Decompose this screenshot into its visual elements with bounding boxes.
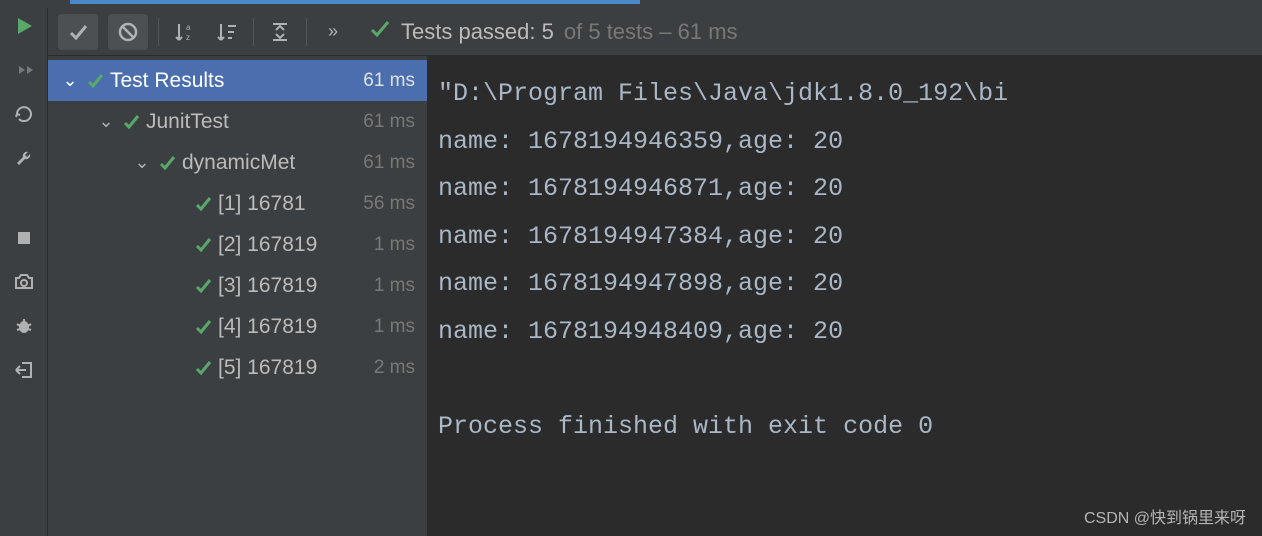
svg-text:a: a — [186, 23, 191, 32]
show-passed-button[interactable] — [58, 14, 98, 50]
chevron-down-icon[interactable]: ⌄ — [60, 70, 80, 91]
tree-test[interactable]: [5] 167819 2 ms — [48, 347, 427, 388]
sort-duration-button[interactable] — [211, 16, 243, 48]
exit-icon[interactable] — [12, 358, 36, 382]
tree-test[interactable]: [1] 16781 56 ms — [48, 183, 427, 224]
check-icon — [194, 277, 212, 295]
status-suffix: of 5 tests – 61 ms — [564, 19, 738, 45]
check-icon — [122, 113, 140, 131]
tree-label: JunitTest — [146, 110, 357, 134]
more-button[interactable]: » — [317, 16, 349, 48]
check-icon — [86, 72, 104, 90]
wrench-icon[interactable] — [12, 146, 36, 170]
camera-icon[interactable] — [12, 270, 36, 294]
test-toolbar: az » Tests passed: 5 of 5 tests – 61 ms — [48, 8, 1262, 56]
show-ignored-button[interactable] — [108, 14, 148, 50]
console-exit: Process finished with exit code 0 — [438, 412, 933, 441]
tree-suite[interactable]: ⌄ JunitTest 61 ms — [48, 101, 427, 142]
tree-group[interactable]: ⌄ dynamicMet 61 ms — [48, 142, 427, 183]
test-tree: ⌄ Test Results 61 ms ⌄ JunitTest 61 ms ⌄ — [48, 56, 428, 536]
run-icon[interactable] — [12, 14, 36, 38]
left-sidebar — [0, 8, 48, 536]
tree-label: [3] 167819 — [218, 274, 368, 298]
status-prefix: Tests passed: — [401, 19, 536, 44]
tree-test[interactable]: [3] 167819 1 ms — [48, 265, 427, 306]
check-icon — [194, 359, 212, 377]
svg-text:z: z — [186, 33, 190, 42]
tree-label: Test Results — [110, 69, 357, 93]
debug-rerun-icon[interactable] — [12, 58, 36, 82]
tree-label: [4] 167819 — [218, 315, 368, 339]
test-status: Tests passed: 5 of 5 tests – 61 ms — [369, 18, 738, 46]
tree-label: [2] 167819 — [218, 233, 368, 257]
tree-time: 1 ms — [374, 316, 415, 338]
chevron-down-icon[interactable]: ⌄ — [132, 152, 152, 173]
tree-label: [1] 16781 — [218, 192, 357, 216]
tree-time: 1 ms — [374, 275, 415, 297]
watermark: CSDN @快到锅里来呀 — [1084, 504, 1246, 528]
toggle-auto-icon[interactable] — [12, 102, 36, 126]
check-icon — [194, 195, 212, 213]
check-icon — [194, 236, 212, 254]
sort-alpha-button[interactable]: az — [169, 16, 201, 48]
tree-time: 56 ms — [363, 193, 415, 215]
tree-label: dynamicMet — [182, 151, 357, 175]
tree-time: 61 ms — [363, 111, 415, 133]
console-cmd: "D:\Program Files\Java\jdk1.8.0_192\bi — [438, 79, 1008, 108]
chevron-down-icon[interactable]: ⌄ — [96, 111, 116, 132]
tree-time: 61 ms — [363, 70, 415, 92]
tree-test[interactable]: [4] 167819 1 ms — [48, 306, 427, 347]
status-count: 5 — [542, 19, 554, 44]
bug-icon[interactable] — [12, 314, 36, 338]
tree-root[interactable]: ⌄ Test Results 61 ms — [48, 60, 427, 101]
collapse-all-button[interactable] — [264, 16, 296, 48]
tree-label: [5] 167819 — [218, 356, 368, 380]
tree-time: 2 ms — [374, 357, 415, 379]
console-output: "D:\Program Files\Java\jdk1.8.0_192\bi n… — [428, 56, 1262, 536]
check-icon — [158, 154, 176, 172]
tree-time: 1 ms — [374, 234, 415, 256]
tree-time: 61 ms — [363, 152, 415, 174]
stop-icon[interactable] — [12, 226, 36, 250]
check-icon — [194, 318, 212, 336]
tree-test[interactable]: [2] 167819 1 ms — [48, 224, 427, 265]
